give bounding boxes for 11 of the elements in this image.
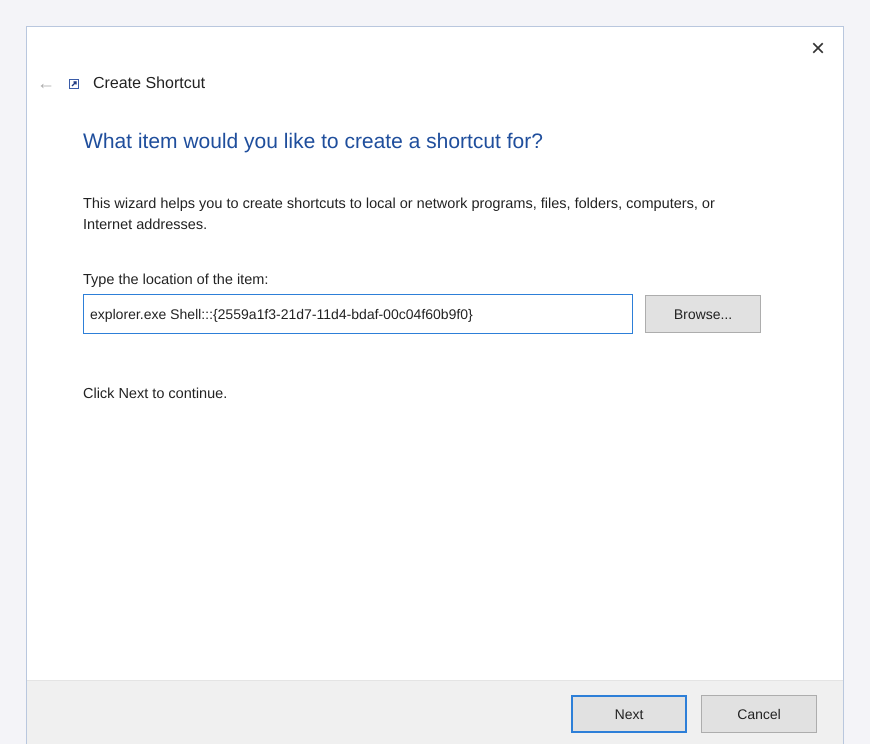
shortcut-icon (69, 78, 79, 88)
cancel-button[interactable]: Cancel (701, 695, 817, 733)
wizard-heading: What item would you like to create a shortcut for? (83, 130, 544, 154)
window-title: Create Shortcut (93, 74, 206, 92)
location-label: Type the location of the item: (83, 272, 270, 288)
location-field[interactable]: explorer.exe Shell:::{2559a1f3-21d7-11d4-bdaf-00c04f60b9f0} (83, 294, 633, 334)
close-button[interactable]: × (806, 35, 829, 63)
wizard-description: This wizard helps you to create shortcuts to local or network programs, files, folders, computers, or Internet addresses. (83, 195, 716, 236)
continue-hint: Click Next to continue. (83, 386, 228, 402)
next-button[interactable]: Next (571, 695, 687, 733)
browse-button[interactable]: Browse... (645, 295, 761, 334)
